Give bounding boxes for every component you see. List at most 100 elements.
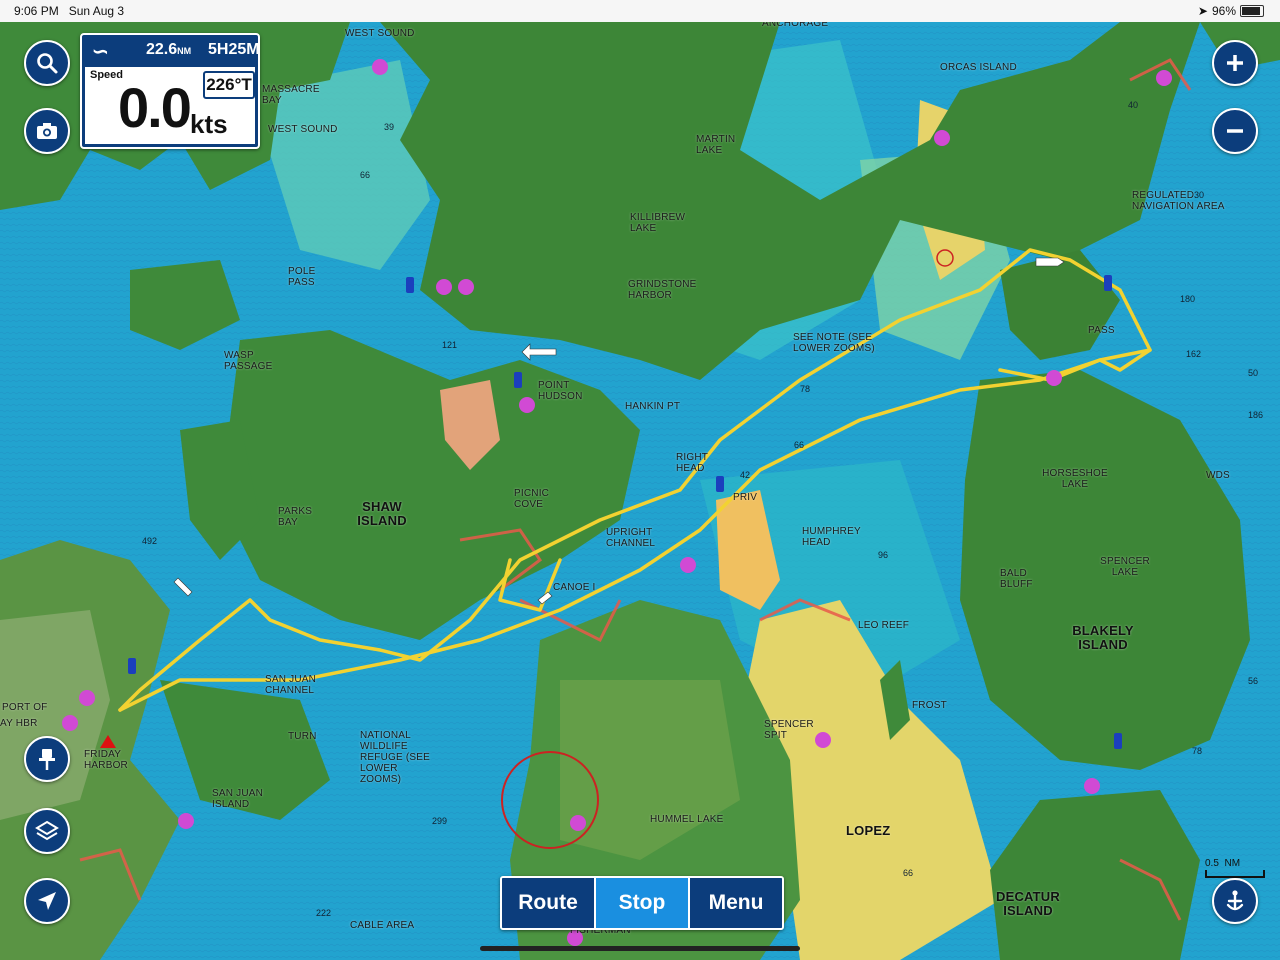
route-button[interactable]: Route [502,878,594,928]
depth-sounding: 30 [1194,190,1205,200]
status-right: ➤ 96% [1198,4,1264,18]
location-button[interactable] [24,878,70,924]
search-icon [37,53,58,74]
label-refuge: NATIONAL WILDLIFE REFUGE (SEE LOWER ZOOM… [360,730,430,785]
label-wasp-passage: WASP PASSAGE [224,350,273,372]
label-decatur-island: DECATUR ISLAND [996,889,1060,918]
depth-sounding: 299 [432,816,448,826]
scale-bar: 0.5 NM [1205,858,1265,878]
label-humphrey-head: HUMPHREY HEAD [802,526,861,548]
depth-sounding: 66 [360,170,371,180]
zoom-out-button[interactable] [1212,108,1258,154]
status-date: Sun Aug 3 [68,4,125,18]
depth-sounding: 78 [800,384,811,394]
label-killibrew-lake: KILLIBREW LAKE [630,212,686,234]
status-bar: 9:06 PM Sun Aug 3 ➤ 96% [0,0,1280,22]
label-orcas-island: ORCAS ISLAND [940,62,1017,73]
zoom-in-icon [1227,55,1243,71]
search-button[interactable] [24,40,70,86]
depth-sounding: 222 [316,908,332,918]
pin-button[interactable] [24,736,70,782]
label-shaw-island: SHAW ISLAND [357,499,407,528]
label-see-note: SEE NOTE (SEE LOWER ZOOMS) [793,332,875,354]
label-horseshoe-lake: HORSESHOE LAKE [1042,468,1108,490]
label-priv: PRIV [733,492,758,503]
speed-unit: kts [190,109,228,139]
label-regulated-area: REGULATED NAVIGATION AREA [1132,190,1225,212]
location-arrow-icon [38,892,56,910]
heading-value: 226°T [203,71,255,99]
label-west-sound: WEST SOUND [268,124,338,135]
depth-sounding: 66 [794,440,805,450]
stop-button[interactable]: Stop [594,878,690,928]
layers-button[interactable] [24,808,70,854]
speed-value: 0.0 [118,76,192,139]
label-leo-reef: LEO REEF [858,620,910,631]
label-right-head: RIGHT HEAD [676,452,708,474]
zoom-in-button[interactable] [1212,40,1258,86]
label-bald-bluff: BALD BLUFF [1000,568,1033,590]
depth-sounding: 42 [740,470,751,480]
label-friday-harbor-short: AY HBR [0,718,38,729]
depth-sounding: 162 [1186,349,1202,359]
depth-sounding: 492 [142,536,158,546]
distance-to-go: 22.6NM [146,41,192,58]
camera-button[interactable] [24,108,70,154]
label-san-juan-island: SAN JUAN ISLAND [212,788,264,810]
navigation-data-box[interactable]: ∽ 22.6NM 5H25M Speed 0.0 kts 226°T [80,33,260,149]
label-hummel-lake: HUMMEL LAKE [650,814,724,825]
label-martin-lake: MARTIN LAKE [696,134,736,156]
label-friday-harbor: FRIDAY HARBOR [84,749,128,771]
label-spencer-lake: SPENCER LAKE [1100,556,1150,578]
label-lopez: LOPEZ [846,823,891,838]
depth-sounding: 56 [1248,676,1259,686]
home-indicator[interactable] [480,946,800,951]
label-port-of: PORT OF [2,702,48,713]
label-blakely-island: BLAKELY ISLAND [1072,623,1134,652]
label-point-hudson: POINT HUDSON [538,380,583,402]
time-to-go: 5H25M [208,41,260,58]
bottom-button-bar: Route Stop Menu [500,876,784,930]
label-canoe-i: CANOE I [553,582,596,593]
battery-icon [1240,5,1264,17]
depth-sounding: 50 [1248,368,1259,378]
scale-unit: NM [1224,858,1241,869]
layers-icon [35,820,59,841]
battery-percent: 96% [1211,4,1236,18]
depth-sounding: 96 [878,550,889,560]
label-upright-channel: UPRIGHT CHANNEL [606,527,656,549]
anchor-person-icon [1226,890,1244,911]
label-san-juan-channel: SAN JUAN CHANNEL [265,674,317,696]
scale-value: 0.5 [1205,858,1219,869]
nautical-chart[interactable]: WEST SOUND ANCHORAGE MASSACRE BAY WEST S… [0,18,1280,960]
label-frost: FROST [912,700,947,711]
depth-sounding: 78 [1192,746,1203,756]
label-west-sound-top: WEST SOUND [345,28,415,39]
route-icon: ∽ [92,41,109,63]
label-picnic-cove: PICNIC COVE [514,488,550,510]
depth-sounding: 66 [903,868,914,878]
label-cable-area: CABLE AREA [350,920,415,931]
label-parks-bay: PARKS BAY [278,506,313,528]
label-hankin-pt: HANKIN PT [625,401,681,412]
anchor-person-button[interactable] [1212,878,1258,924]
depth-sounding: 180 [1180,294,1196,304]
camera-icon [37,123,57,139]
label-pass: PASS [1088,325,1115,336]
label-grindstone-harbor: GRINDSTONE HARBOR [628,279,697,301]
depth-sounding: 39 [384,122,395,132]
label-pole-pass: POLE PASS [288,266,316,288]
location-services-icon: ➤ [1197,4,1208,18]
zoom-out-icon [1227,129,1243,133]
depth-sounding: 121 [442,340,458,350]
label-wds: WDS [1206,470,1230,481]
menu-button[interactable]: Menu [690,878,782,928]
depth-sounding: 40 [1128,100,1139,110]
label-spencer-spit: SPENCER SPIT [764,719,814,741]
chart-canvas[interactable] [0,22,1280,960]
label-massacre-bay: MASSACRE BAY [262,84,320,106]
pin-icon [39,749,55,770]
status-time: 9:06 PM Sun Aug 3 [14,4,125,18]
depth-sounding: 186 [1248,410,1264,420]
label-turn: TURN [288,731,317,742]
